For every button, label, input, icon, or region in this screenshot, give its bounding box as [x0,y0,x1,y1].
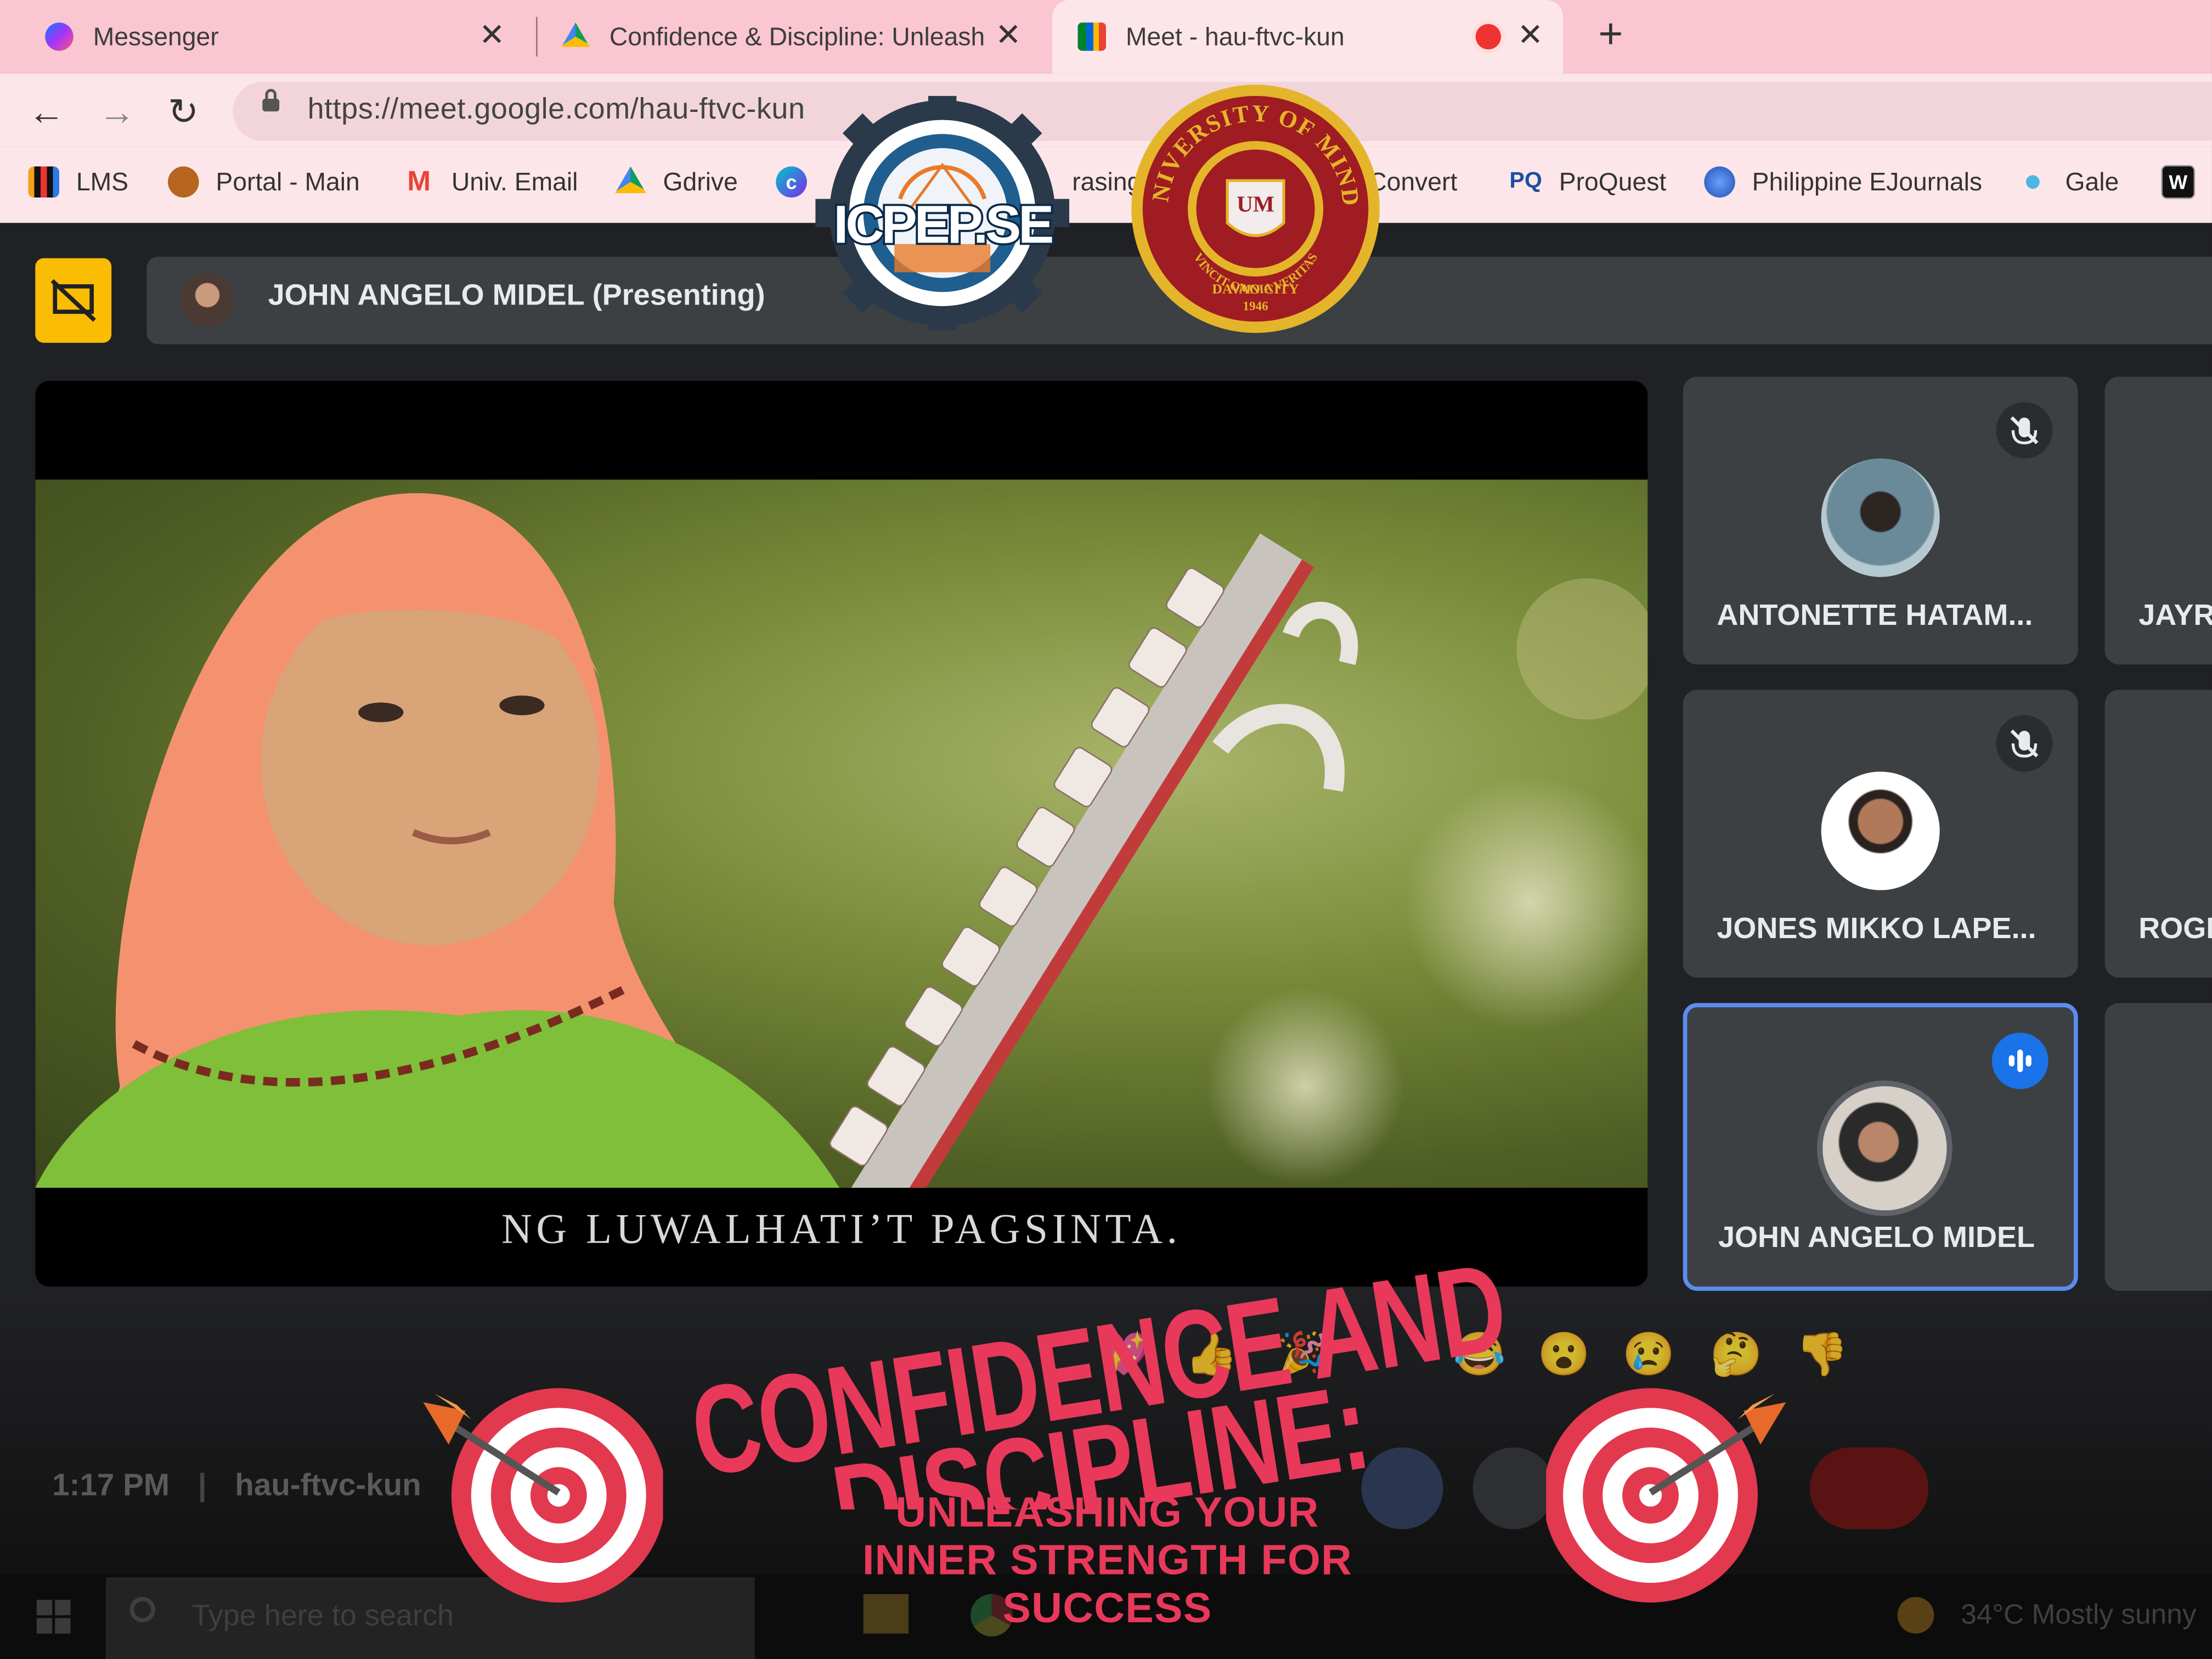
participant-name: ANTONETTE HATAM... [1717,599,2033,632]
participant-tile[interactable]: ANTONETTE HATAM... [1683,376,2078,665]
meeting-code: hau-ftvc-kun [235,1467,421,1503]
bookmark-label: ProQuest [1559,167,1667,196]
bookmark-gdrive[interactable]: Gdrive [615,165,738,199]
participant-tile-self[interactable]: JOHN ANGELO MIDEL [1683,1003,2078,1291]
reload-icon[interactable]: ↻ [168,91,199,133]
tab-separator [536,16,538,57]
new-tab-button[interactable]: + [1598,13,1623,57]
seal-year: 1946 [1243,300,1268,314]
tab-bar: Messenger ✕ Confidence & Discipline: Unl… [0,0,2212,74]
search-icon [129,1596,155,1623]
globe-icon [1704,166,1735,198]
avatar [1821,771,1940,890]
target-icon [1546,1388,1786,1603]
participant-tile[interactable]: JAYR [2104,376,2212,665]
close-icon[interactable]: ✕ [995,19,1021,51]
gale-icon [2017,166,2049,198]
banner-subtitle-line2: INNER STRENGTH FOR [862,1537,1353,1584]
tab-label: Confidence & Discipline: Unleash [609,21,985,50]
presenter-label: JOHN ANGELO MIDEL (Presenting) [268,279,765,312]
tab-label: Meet - hau-ftvc-kun [1125,21,1345,50]
avatar [1821,458,1940,577]
seal-monogram: UM [1237,191,1274,217]
lock-icon [262,88,280,112]
bookmark-label: Gdrive [663,167,738,196]
banner-title: CONFIDENCE AND DISCIPLINE: [682,1242,1514,1510]
bookmark-proquest[interactable]: PQ ProQuest [1509,165,1666,199]
url-text[interactable]: https://meet.google.com/hau-ftvc-kun [308,93,805,127]
bookmark-portal[interactable]: Portal - Main [167,165,360,199]
back-icon[interactable]: ← [28,91,65,133]
target-icon [423,1388,663,1603]
canva-icon: c [776,166,807,198]
participant-tile[interactable] [2104,1003,2212,1291]
shared-screen: NG LUWALHATI’T PAGSINTA. [35,381,1648,1287]
forward-icon[interactable]: → [99,91,136,133]
present-off-icon [50,279,96,322]
participant-tile[interactable]: JONES MIKKO LAPE... [1683,690,2078,978]
reaction-sad[interactable]: 😢 [1622,1334,1675,1377]
bookmark-lms[interactable]: LMS [28,165,128,199]
mic-off-icon [1996,402,2053,459]
speaking-icon [1991,1032,2049,1090]
reaction-thinking[interactable]: 🤔 [1710,1334,1763,1377]
stop-presenting-button[interactable] [35,258,112,343]
w-icon: W [2161,165,2196,199]
weather-text: 34°C Mostly sunny [1961,1599,2197,1631]
bookmark-label: Gale [2065,167,2119,196]
gmail-icon: M [407,166,431,197]
bookmark-label: LMS [76,167,129,196]
bookmark-w[interactable]: W [2161,165,2212,199]
screen: Messenger ✕ Confidence & Discipline: Unl… [0,0,2212,1659]
bookmark-email[interactable]: M Univ. Email [403,165,578,199]
video-scene-image [35,493,1648,1188]
tab-messenger[interactable]: Messenger ✕ [45,0,524,74]
proquest-icon: PQ [1509,169,1542,194]
drive-icon [561,22,590,47]
windows-start-icon[interactable] [36,1599,71,1634]
close-icon[interactable]: ✕ [1517,19,1543,51]
banner-subtitle-line1: UNLEASHING YOUR [895,1489,1319,1537]
messenger-icon [45,22,74,51]
participant-name: ROGI [2138,912,2212,945]
tab-confidence[interactable]: Confidence & Discipline: Unleash ✕ [561,0,1041,74]
bookmark-label: Philippine EJournals [1752,167,1983,196]
banner-subtitle-line3: SUCCESS [1002,1585,1212,1633]
avatar [180,273,234,328]
meeting-details: 1:17 PM | hau-ftvc-kun [52,1467,421,1504]
seal-city: DAVAO CITY [1212,281,1299,297]
meet-icon [1077,22,1106,51]
reaction-thumbs-down[interactable]: 👎 [1796,1334,1848,1377]
clock: 1:17 PM [52,1467,170,1503]
bar-chart-icon [28,166,59,198]
drive-icon [615,166,646,194]
bookmark-ejournals[interactable]: Philippine EJournals [1704,165,1982,199]
participant-tile[interactable]: ROGI [2104,690,2212,978]
divider: | [198,1467,207,1503]
seal-icon [167,166,199,198]
reaction-surprised[interactable]: 😮 [1538,1334,1590,1377]
icpep-se-logo: ICPEP.SE [815,95,1070,330]
close-icon[interactable]: ✕ [479,19,505,51]
video-frame [35,479,1648,1188]
participant-name: JOHN ANGELO MIDEL [1718,1221,2035,1254]
weather-icon [1897,1596,1934,1634]
recording-icon [1475,24,1501,49]
tab-meet[interactable]: Meet - hau-ftvc-kun ✕ [1052,0,1564,74]
end-call-button[interactable] [1810,1447,1929,1530]
mic-off-icon [1996,715,2053,772]
search-placeholder[interactable]: Type here to search [192,1600,454,1634]
bookmark-label: Univ. Email [451,167,578,196]
university-seal-logo: THE UNIVERSITY OF MINDANAO VINCIT OMNIA … [1128,82,1380,333]
bookmark-label: Portal - Main [216,167,360,196]
participant-name: JONES MIKKO LAPE... [1717,912,2036,945]
avatar [1816,1080,1953,1216]
tab-label: Messenger [93,21,219,50]
icpep-wordmark: ICPEP.SE [833,194,1052,254]
participant-name: JAYR [2138,599,2212,632]
bookmark-gale[interactable]: Gale [2017,165,2119,199]
